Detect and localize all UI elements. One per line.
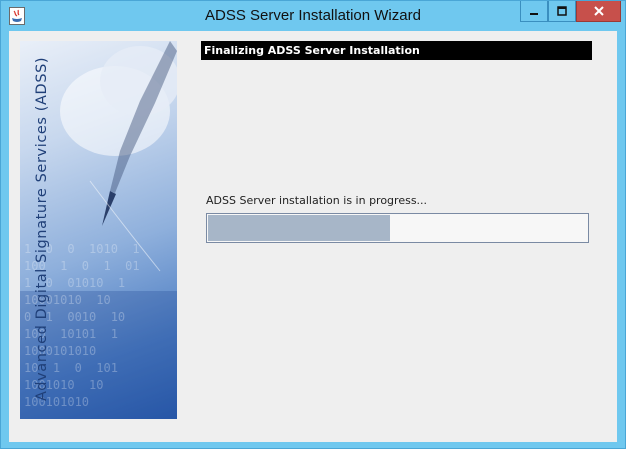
maximize-icon [557, 6, 567, 16]
progress-status-label: ADSS Server installation is in progress.… [206, 194, 428, 207]
installer-window: ADSS Server Installation Wizard 1 0 0 10… [0, 0, 626, 449]
wizard-content: 1 0 0 1010 1 100 1 0 1 01 1 0 01010 1 10… [9, 31, 617, 442]
minimize-button[interactable] [520, 1, 548, 22]
maximize-button[interactable] [548, 1, 576, 22]
banner-product-name: Advanced Digital Signature Services (ADS… [34, 56, 50, 401]
step-header: Finalizing ADSS Server Installation [201, 41, 592, 60]
installation-progress-bar [206, 213, 589, 243]
close-button[interactable] [576, 1, 621, 22]
side-banner-image: 1 0 0 1010 1 100 1 0 1 01 1 0 01010 1 10… [20, 41, 177, 419]
minimize-icon [530, 13, 538, 15]
progress-bar-fill [208, 215, 390, 241]
title-bar[interactable]: ADSS Server Installation Wizard [1, 1, 625, 31]
close-icon [593, 6, 604, 16]
